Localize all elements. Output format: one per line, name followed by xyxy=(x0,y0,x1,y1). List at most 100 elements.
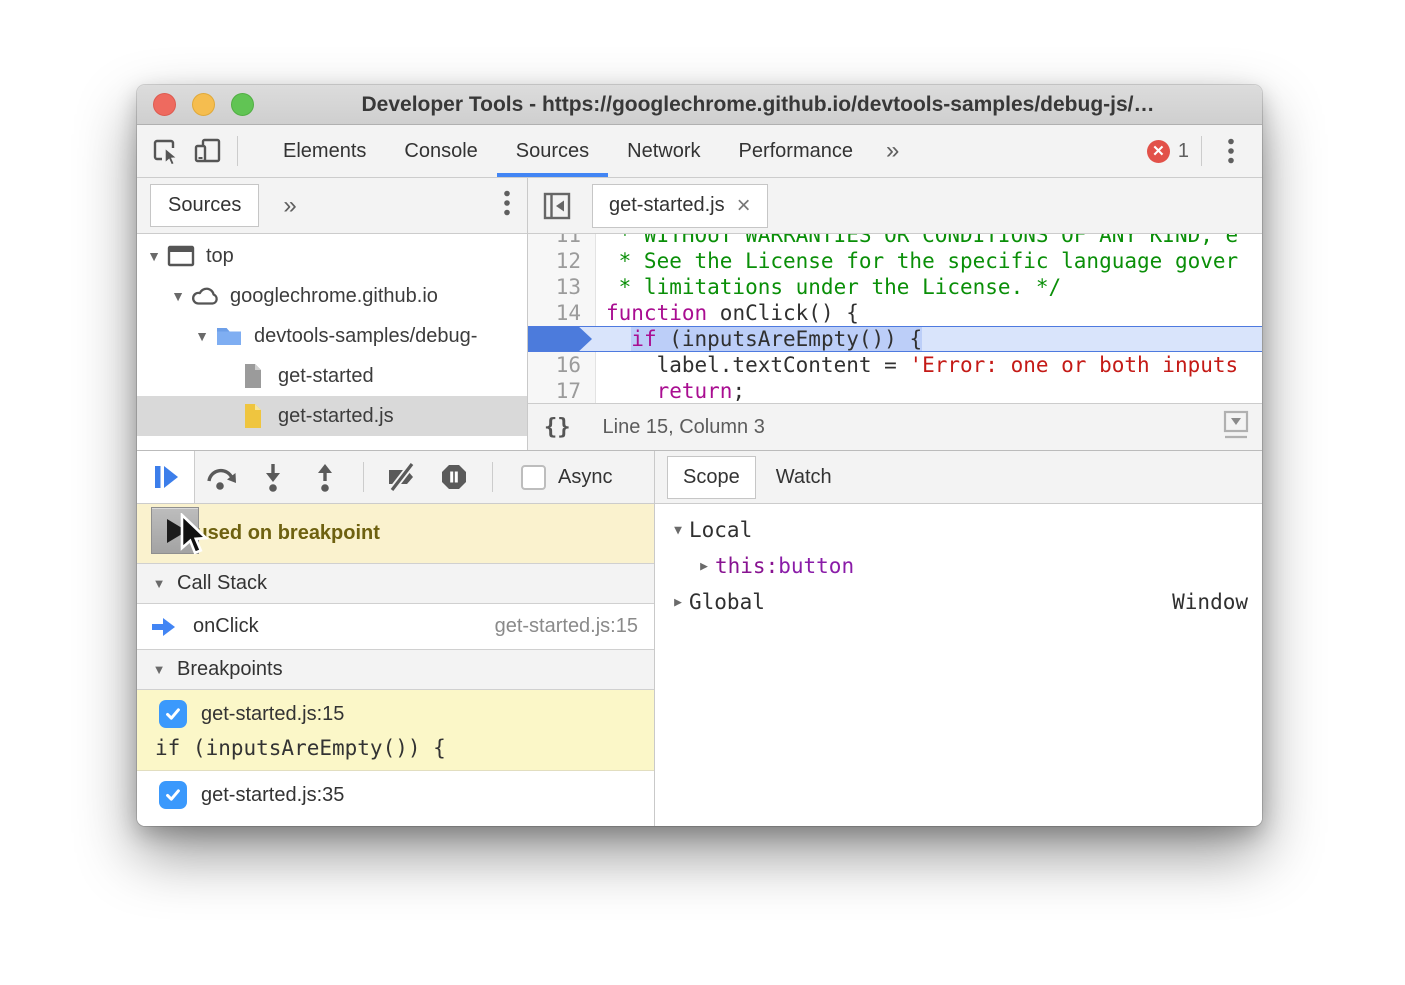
toolbar-separator xyxy=(492,462,493,492)
devtools-main-toolbar: Elements Console Sources Network Perform… xyxy=(137,125,1262,178)
tree-expand-arrow[interactable]: ▼ xyxy=(143,248,165,264)
folder-icon xyxy=(213,325,245,347)
scope-global-row[interactable]: ▶ Global Window xyxy=(655,584,1262,620)
gutter-line-13[interactable]: 13 xyxy=(528,274,596,300)
panel-collapse-icon xyxy=(542,191,572,221)
main-menu-button[interactable] xyxy=(1214,134,1248,168)
devtools-window: Developer Tools - https://googlechrome.g… xyxy=(137,85,1262,826)
editor-statusbar: {} Line 15, Column 3 xyxy=(528,403,1262,450)
breakpoint-code-snippet: if (inputsAreEmpty()) { xyxy=(137,734,654,770)
code-line-11: 11 * WITHOUT WARRANTIES OR CONDITIONS OF… xyxy=(528,234,1262,248)
step-into-button[interactable] xyxy=(247,457,299,497)
breakpoints-header[interactable]: ▼ Breakpoints xyxy=(137,649,654,690)
sources-navigator: Sources » ▼ xyxy=(137,178,528,450)
tree-item-get-started-js[interactable]: get-started.js xyxy=(137,396,527,436)
debugger-sidebar: Async Paused on breakpoint ▼ xyxy=(137,451,655,826)
async-checkbox-group[interactable]: Async xyxy=(521,465,612,490)
resume-script-button[interactable] xyxy=(137,451,195,503)
tree-expand-arrow[interactable]: ▼ xyxy=(667,523,689,538)
step-over-icon xyxy=(204,462,238,492)
step-over-button[interactable] xyxy=(195,457,247,497)
toolbar-separator xyxy=(363,462,364,492)
call-stack-frame-onclick[interactable]: onClick get-started.js:15 xyxy=(137,604,654,649)
panel-tabs: Elements Console Sources Network Perform… xyxy=(264,125,913,177)
navigator-more-tabs-button[interactable]: » xyxy=(283,192,296,220)
window-titlebar: Developer Tools - https://googlechrome.g… xyxy=(137,85,1262,125)
tab-sources[interactable]: Sources xyxy=(497,125,608,177)
inspect-element-button[interactable] xyxy=(147,134,181,168)
tab-console[interactable]: Console xyxy=(385,125,496,177)
zoom-window-button[interactable] xyxy=(231,93,254,116)
gutter-line-12[interactable]: 12 xyxy=(528,248,596,274)
resume-icon xyxy=(152,464,180,490)
error-badge[interactable]: ✕ 1 xyxy=(1147,140,1189,163)
navigator-header: Sources » xyxy=(137,178,527,234)
pretty-print-button[interactable]: {} xyxy=(544,415,571,440)
editor-tab-get-started-js[interactable]: get-started.js × xyxy=(592,184,768,228)
code-editor-area[interactable]: 11 * WITHOUT WARRANTIES OR CONDITIONS OF… xyxy=(528,234,1262,403)
tree-expand-arrow[interactable]: ▼ xyxy=(167,288,189,304)
tree-expand-arrow[interactable]: ▼ xyxy=(191,328,213,344)
tree-item-folder[interactable]: ▼ devtools-samples/debug- xyxy=(137,316,527,356)
tab-performance[interactable]: Performance xyxy=(720,125,873,177)
close-tab-icon[interactable]: × xyxy=(737,194,751,218)
tab-network[interactable]: Network xyxy=(608,125,719,177)
navigator-tab-sources[interactable]: Sources xyxy=(150,184,259,227)
debugger-region: Async Paused on breakpoint ▼ xyxy=(137,450,1262,826)
breakpoint-entry-35[interactable]: get-started.js:35 xyxy=(137,771,654,815)
tree-item-domain[interactable]: ▼ googlechrome.github.io xyxy=(137,276,527,316)
breakpoint-checkbox-checked[interactable] xyxy=(159,700,187,728)
gutter-line-17[interactable]: 17 xyxy=(528,378,596,403)
step-out-button[interactable] xyxy=(299,457,351,497)
device-toolbar-icon xyxy=(193,137,223,165)
close-window-button[interactable] xyxy=(153,93,176,116)
dock-drawer-button[interactable] xyxy=(1222,409,1250,446)
code-lines: 11 * WITHOUT WARRANTIES OR CONDITIONS OF… xyxy=(528,234,1262,403)
toolbar-separator xyxy=(1201,136,1202,166)
step-out-icon xyxy=(313,462,337,492)
hide-navigator-button[interactable] xyxy=(536,185,578,227)
cursor-position: Line 15, Column 3 xyxy=(603,416,765,439)
async-label: Async xyxy=(558,466,612,489)
tree-collapsed-arrow[interactable]: ▶ xyxy=(667,595,689,610)
call-stack-header[interactable]: ▼ Call Stack xyxy=(137,563,654,604)
tab-elements[interactable]: Elements xyxy=(264,125,385,177)
gutter-line-14[interactable]: 14 xyxy=(528,300,596,326)
device-toolbar-button[interactable] xyxy=(191,134,225,168)
inspect-cursor-icon xyxy=(150,137,178,165)
scope-local-row[interactable]: ▼ Local xyxy=(655,512,1262,548)
gutter-line-16[interactable]: 16 xyxy=(528,352,596,378)
debugger-toolbar: Async xyxy=(137,451,654,504)
panel-bottom-icon xyxy=(1222,409,1250,441)
breakpoint-entry-15[interactable]: get-started.js:15 if (inputsAreEmpty()) … xyxy=(137,690,654,771)
pause-on-exceptions-button[interactable] xyxy=(428,457,480,497)
chevron-double-icon: » xyxy=(283,192,296,219)
section-collapse-arrow: ▼ xyxy=(147,576,171,591)
toolbar-right-group: ✕ 1 xyxy=(1147,134,1262,168)
toolbar-separator xyxy=(237,136,238,166)
async-checkbox[interactable] xyxy=(521,465,546,490)
tree-item-get-started[interactable]: get-started xyxy=(137,356,527,396)
tree-collapsed-arrow[interactable]: ▶ xyxy=(693,559,715,574)
frame-icon xyxy=(165,244,197,268)
gutter-line-11[interactable]: 11 xyxy=(528,234,596,248)
code-line-13: 13 * limitations under the License. */ xyxy=(528,274,1262,300)
pause-on-exceptions-icon xyxy=(440,463,468,491)
more-tabs-button[interactable]: » xyxy=(872,125,913,177)
code-line-15-execution: 15 if (inputsAreEmpty()) { xyxy=(528,326,1262,352)
error-count: 1 xyxy=(1178,140,1189,163)
tab-watch[interactable]: Watch xyxy=(776,466,832,489)
step-into-icon xyxy=(261,462,285,492)
scope-pane-header: Scope Watch xyxy=(655,451,1262,504)
minimize-window-button[interactable] xyxy=(192,93,215,116)
tree-item-top[interactable]: ▼ top xyxy=(137,236,527,276)
code-line-14: 14 function onClick() { xyxy=(528,300,1262,326)
scope-this-row[interactable]: ▶ this: button xyxy=(655,548,1262,584)
mouse-cursor-icon xyxy=(179,513,209,555)
deactivate-breakpoints-button[interactable] xyxy=(376,457,428,497)
navigator-menu-button[interactable] xyxy=(503,189,511,222)
execution-line-marker xyxy=(528,327,592,351)
breakpoint-checkbox-checked[interactable] xyxy=(159,781,187,809)
tab-scope[interactable]: Scope xyxy=(667,456,756,499)
gutter-line-15-breakpoint[interactable]: 15 xyxy=(528,326,596,352)
